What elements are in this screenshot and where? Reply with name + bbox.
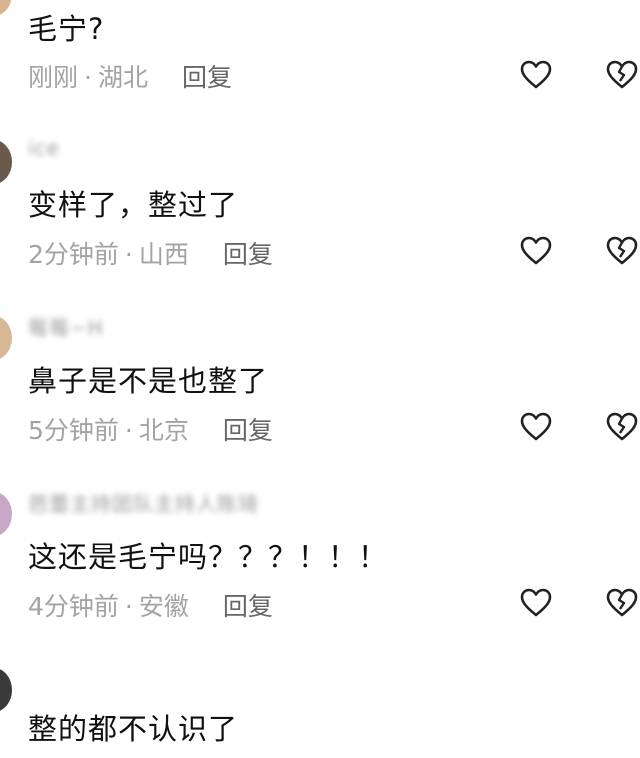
comment-time: 4分钟前 xyxy=(28,592,119,621)
comment-time: 5分钟前 xyxy=(28,416,119,445)
avatar[interactable] xyxy=(0,0,12,16)
comment-username[interactable]: 芭蕾主持团队主持人陈琦 xyxy=(28,488,259,517)
avatar[interactable] xyxy=(0,668,12,712)
avatar[interactable] xyxy=(0,140,12,184)
comment-meta: 刚刚 · 湖北 回复 xyxy=(28,58,232,94)
comment-time: 2分钟前 xyxy=(28,240,119,269)
comment-location: 安徽 xyxy=(138,592,189,621)
comment-username[interactable]: 莓莓~H xyxy=(28,312,104,341)
comment-text: 整的都不认识了 xyxy=(28,712,239,746)
avatar[interactable] xyxy=(0,316,12,360)
like-icon[interactable] xyxy=(520,60,552,90)
meta-separator: · xyxy=(124,416,133,445)
reply-button[interactable]: 回复 xyxy=(182,63,232,92)
reply-button[interactable]: 回复 xyxy=(223,240,273,269)
broken-heart-icon[interactable] xyxy=(606,412,638,442)
comment-location: 北京 xyxy=(138,416,189,445)
meta-separator: · xyxy=(84,63,92,92)
comment-meta: 2分钟前 · 山西 回复 xyxy=(28,235,273,271)
like-icon[interactable] xyxy=(520,236,552,266)
like-icon[interactable] xyxy=(520,588,552,618)
comment-time: 刚刚 xyxy=(28,63,79,92)
comment-meta: 5分钟前 · 北京 回复 xyxy=(28,411,273,447)
comment-meta: 4分钟前 · 安徽 回复 xyxy=(28,587,273,623)
reply-button[interactable]: 回复 xyxy=(223,416,273,445)
meta-separator: · xyxy=(124,240,133,269)
comment-text: 变样了，整过了 xyxy=(28,188,239,222)
broken-heart-icon[interactable] xyxy=(606,60,638,90)
comment-text: 毛宁? xyxy=(28,12,105,46)
comment-username[interactable]: ice xyxy=(28,136,60,160)
like-icon[interactable] xyxy=(520,412,552,442)
avatar[interactable] xyxy=(0,492,12,536)
broken-heart-icon[interactable] xyxy=(606,588,638,618)
comment-text: 鼻子是不是也整了 xyxy=(28,364,269,398)
comment-location: 湖北 xyxy=(97,63,148,92)
comment-text: 这还是毛宁吗？？？！！！ xyxy=(28,540,389,574)
broken-heart-icon[interactable] xyxy=(606,236,638,266)
reply-button[interactable]: 回复 xyxy=(223,592,273,621)
comment-location: 山西 xyxy=(138,240,189,269)
meta-separator: · xyxy=(124,592,133,621)
